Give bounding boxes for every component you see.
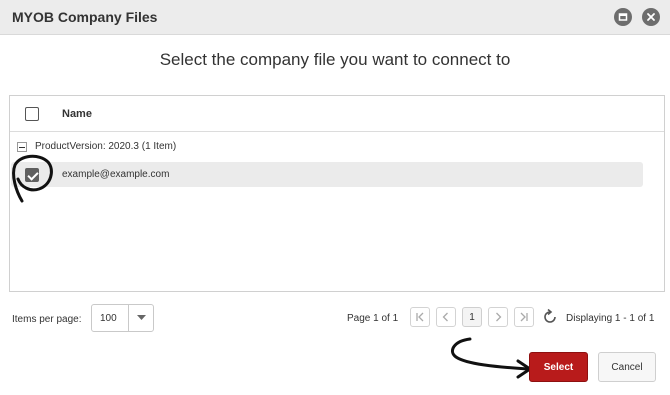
current-page-button[interactable]: 1 (462, 307, 482, 327)
grid-header: Name (10, 96, 664, 132)
pager: Items per page: 100 Page 1 of 1 1 Displa… (0, 302, 670, 334)
first-page-icon[interactable] (410, 307, 430, 327)
select-all-checkbox[interactable] (25, 107, 39, 121)
collapse-group-icon[interactable] (17, 142, 27, 152)
cancel-button[interactable]: Cancel (598, 352, 656, 382)
arrow-annotation (451, 337, 532, 379)
window-title: MYOB Company Files (12, 9, 158, 25)
last-page-icon[interactable] (514, 307, 534, 327)
prev-page-icon[interactable] (436, 307, 456, 327)
company-file-name: example@example.com (62, 169, 170, 180)
refresh-icon[interactable] (541, 308, 559, 326)
restore-icon[interactable] (614, 8, 632, 26)
circle-annotation (12, 154, 53, 203)
window-titlebar: MYOB Company Files (0, 0, 670, 35)
items-per-page-value: 100 (100, 313, 117, 324)
group-row: ProductVersion: 2020.3 (1 Item) (10, 136, 664, 156)
display-count-label: Displaying 1 - 1 of 1 (566, 313, 655, 324)
company-file-grid: Name ProductVersion: 2020.3 (1 Item) exa… (9, 95, 665, 292)
chevron-down-icon[interactable] (128, 305, 153, 331)
select-button[interactable]: Select (529, 352, 588, 382)
page-label: Page 1 of 1 (347, 313, 399, 324)
page-heading: Select the company file you want to conn… (159, 50, 511, 69)
column-header-name[interactable]: Name (62, 108, 92, 120)
table-row[interactable]: example@example.com (11, 162, 643, 187)
close-icon[interactable] (642, 8, 660, 26)
next-page-icon[interactable] (488, 307, 508, 327)
group-label: ProductVersion: 2020.3 (1 Item) (35, 141, 177, 152)
items-per-page-select[interactable]: 100 (91, 304, 154, 332)
items-per-page-label: Items per page: (12, 314, 82, 325)
